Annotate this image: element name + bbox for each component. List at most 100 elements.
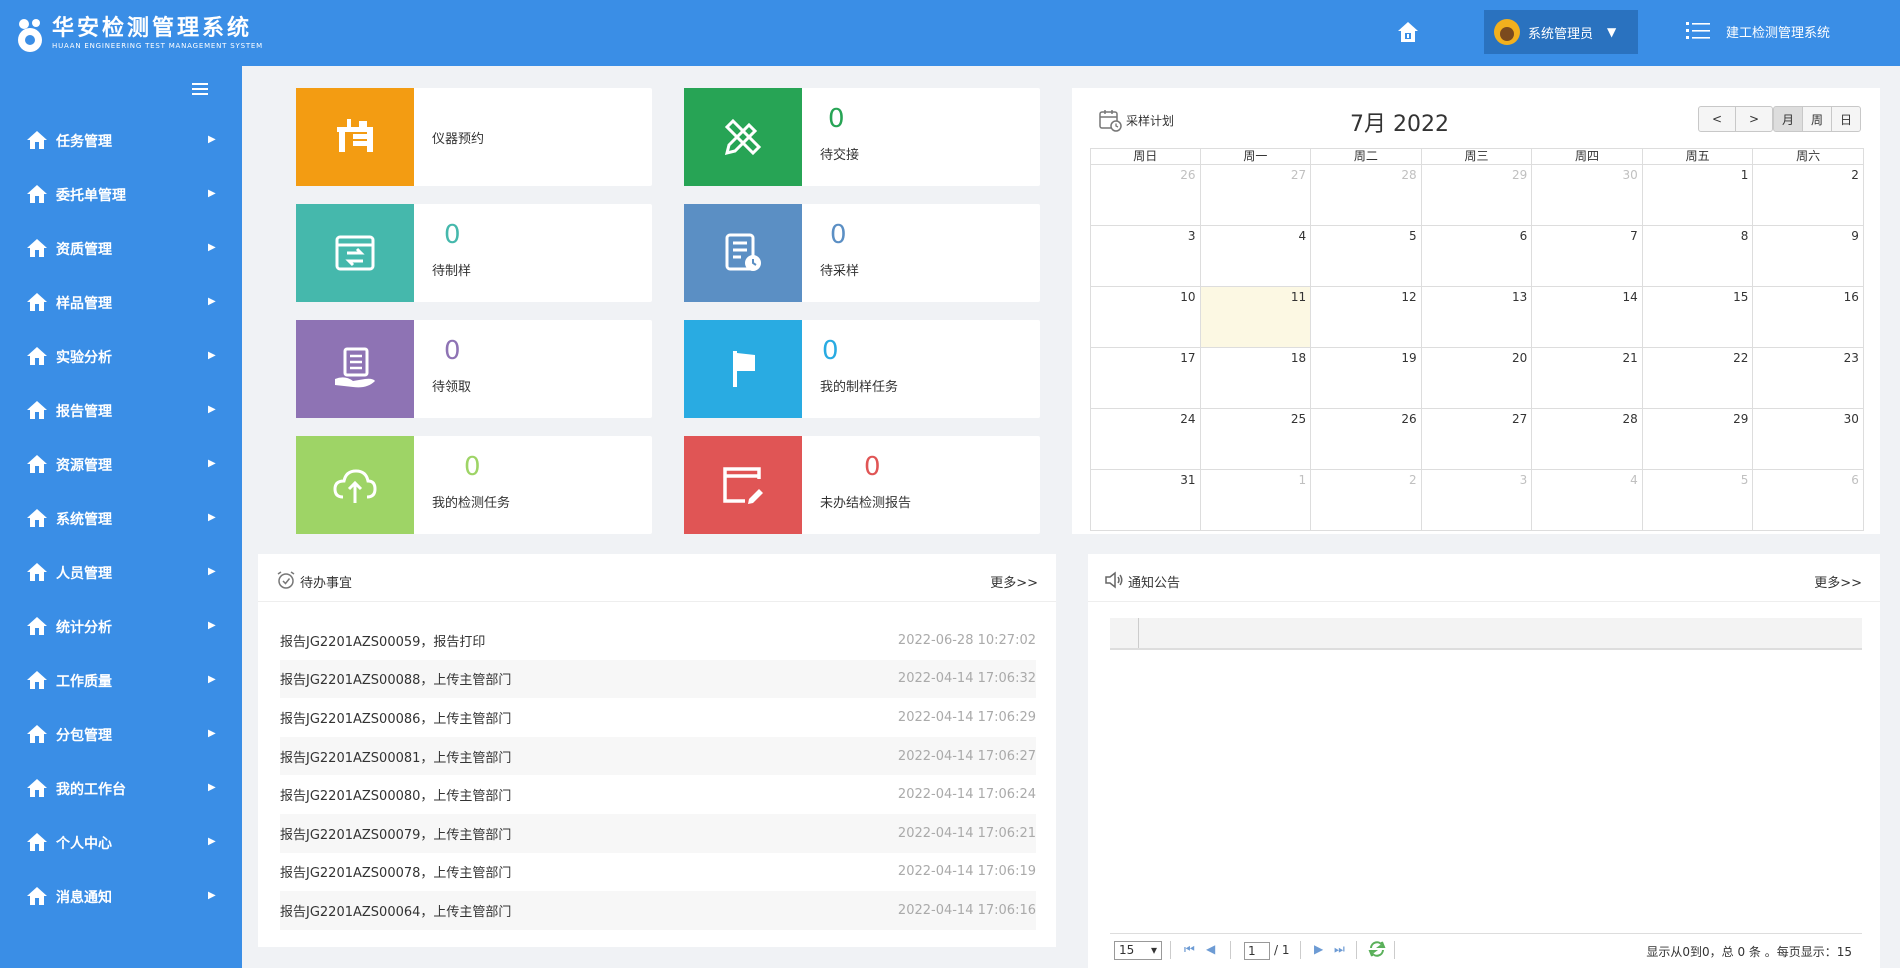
calendar-day-cell[interactable]: 30 <box>1753 409 1864 470</box>
page-size-select[interactable]: 15 <box>1114 941 1162 960</box>
sidebar-item[interactable]: 系统管理 ▶ <box>0 498 242 538</box>
calendar-day-cell[interactable]: 26 <box>1311 409 1422 470</box>
calendar-day-cell[interactable]: 8 <box>1642 226 1754 287</box>
calendar-day-cell[interactable]: 2 <box>1311 470 1422 531</box>
calendar-day-cell[interactable]: 26 <box>1090 165 1201 226</box>
calendar-day-cell[interactable]: 16 <box>1753 287 1864 348</box>
calendar-next-button[interactable]: > <box>1735 106 1773 132</box>
app-logo[interactable]: 华安检测管理系统 HUAAN ENGINEERING TEST MANAGEME… <box>14 14 263 54</box>
sidebar-item[interactable]: 统计分析 ▶ <box>0 606 242 646</box>
calendar-grid: 周日 周一 周二 周三 周四 周五 周六 26 27 28 29 30 1 2 3 4 5 6 7 8 9 10 11 12 1… <box>1090 148 1864 531</box>
calendar-day-cell[interactable]: 4 <box>1532 470 1643 531</box>
calendar-day-cell[interactable]: 1 <box>1200 470 1312 531</box>
refresh-icon[interactable] <box>1368 940 1386 958</box>
todo-item[interactable]: 报告JG2201AZS00081，上传主管部门 2022-04-14 17:06:… <box>280 736 1036 776</box>
calendar-view-month[interactable]: 月 <box>1773 106 1803 132</box>
calendar-day-cell[interactable]: 24 <box>1090 409 1201 470</box>
calendar-day-cell[interactable]: 22 <box>1642 348 1754 409</box>
calendar-day-cell[interactable]: 21 <box>1532 348 1643 409</box>
chevron-right-icon: ▶ <box>208 350 216 361</box>
todo-more-link[interactable]: 更多>> <box>990 572 1038 591</box>
calendar-day-cell[interactable]: 29 <box>1642 409 1754 470</box>
home-icon[interactable] <box>1394 18 1422 46</box>
sidebar-item[interactable]: 样品管理 ▶ <box>0 282 242 322</box>
calendar-day-cell[interactable]: 10 <box>1090 287 1201 348</box>
calendar-day-cell[interactable]: 5 <box>1642 470 1754 531</box>
dashboard-tile[interactable]: 0 待采样 <box>684 204 1040 302</box>
calendar-day-cell[interactable]: 12 <box>1311 287 1422 348</box>
calendar-day-cell[interactable]: 1 <box>1642 165 1754 226</box>
sidebar-item[interactable]: 消息通知 ▶ <box>0 876 242 916</box>
dashboard-tile[interactable]: 0 未办结检测报告 <box>684 436 1040 534</box>
calendar-day-cell[interactable]: 14 <box>1532 287 1643 348</box>
sidebar-item[interactable]: 个人中心 ▶ <box>0 822 242 862</box>
tile-count: 0 <box>444 220 461 250</box>
calendar-prev-button[interactable]: < <box>1698 106 1736 132</box>
todo-item[interactable]: 报告JG2201AZS00079，上传主管部门 2022-04-14 17:06:… <box>280 813 1036 853</box>
next-page-icon[interactable]: ▶ <box>1314 942 1323 956</box>
calendar-day-cell[interactable]: 19 <box>1311 348 1422 409</box>
sidebar-item[interactable]: 分包管理 ▶ <box>0 714 242 754</box>
dashboard-tile[interactable]: 0 待领取 <box>296 320 652 418</box>
calendar-day-cell[interactable]: 28 <box>1532 409 1643 470</box>
calendar-week-row: 24 25 26 27 28 29 30 <box>1090 409 1864 470</box>
dashboard-tile[interactable]: 0 我的检测任务 <box>296 436 652 534</box>
sidebar-item[interactable]: 委托单管理 ▶ <box>0 174 242 214</box>
first-page-icon[interactable]: ⏮ <box>1184 942 1195 957</box>
prev-page-icon[interactable]: ◀ <box>1206 942 1215 956</box>
calendar-day-cell[interactable]: 30 <box>1532 165 1643 226</box>
page-number-input[interactable]: 1 <box>1244 942 1270 960</box>
sidebar-item[interactable]: 人员管理 ▶ <box>0 552 242 592</box>
calendar-day-cell[interactable]: 25 <box>1200 409 1312 470</box>
calendar-day-cell[interactable]: 23 <box>1753 348 1864 409</box>
sidebar-item[interactable]: 工作质量 ▶ <box>0 660 242 700</box>
calendar-day-cell[interactable]: 7 <box>1532 226 1643 287</box>
calendar-day-cell[interactable]: 5 <box>1311 226 1422 287</box>
calendar-day-cell[interactable]: 3 <box>1090 226 1201 287</box>
calendar-day-cell[interactable]: 15 <box>1642 287 1754 348</box>
user-menu[interactable]: 系统管理员 ▼ <box>1484 10 1638 54</box>
last-page-icon[interactable]: ⏭ <box>1334 942 1345 957</box>
sidebar-item[interactable]: 实验分析 ▶ <box>0 336 242 376</box>
calendar-day-cell[interactable]: 27 <box>1200 165 1312 226</box>
calendar-day-cell[interactable]: 20 <box>1421 348 1533 409</box>
dashboard-tile[interactable]: 0 待制样 <box>296 204 652 302</box>
sidebar-item[interactable]: 报告管理 ▶ <box>0 390 242 430</box>
sidebar-item[interactable]: 资源管理 ▶ <box>0 444 242 484</box>
todo-title: 待办事宜 <box>300 576 353 591</box>
calendar-day-cell[interactable]: 2 <box>1753 165 1864 226</box>
calendar-day-cell[interactable]: 3 <box>1421 470 1533 531</box>
calendar-day-cell[interactable]: 4 <box>1200 226 1312 287</box>
calendar-day-cell[interactable]: 28 <box>1311 165 1422 226</box>
calendar-day-cell[interactable]: 11 <box>1200 287 1312 348</box>
avatar <box>1494 19 1520 45</box>
tile-label: 待制样 <box>432 264 472 279</box>
todo-item[interactable]: 报告JG2201AZS00064，上传主管部门 2022-04-14 17:06:… <box>280 891 1036 930</box>
calendar-day-cell[interactable]: 18 <box>1200 348 1312 409</box>
calendar-day-cell[interactable]: 9 <box>1753 226 1864 287</box>
todo-item[interactable]: 报告JG2201AZS00086，上传主管部门 2022-04-14 17:06:… <box>280 698 1036 737</box>
dashboard-tile[interactable]: 0 待交接 <box>684 88 1040 186</box>
hamburger-icon[interactable] <box>192 82 208 96</box>
calendar-day-cell[interactable]: 13 <box>1421 287 1533 348</box>
sidebar-item[interactable]: 资质管理 ▶ <box>0 228 242 268</box>
system-switch[interactable]: 建工检测管理系统 <box>1686 20 1830 42</box>
chevron-right-icon: ▶ <box>208 458 216 469</box>
todo-item[interactable]: 报告JG2201AZS00078，上传主管部门 2022-04-14 17:06:… <box>280 853 1036 892</box>
calendar-day-cell[interactable]: 6 <box>1421 226 1533 287</box>
calendar-view-day[interactable]: 日 <box>1831 106 1861 132</box>
notice-more-link[interactable]: 更多>> <box>1814 572 1862 591</box>
dashboard-tile[interactable]: 仪器预约 <box>296 88 652 186</box>
calendar-view-week[interactable]: 周 <box>1802 106 1832 132</box>
todo-item[interactable]: 报告JG2201AZS00059，报告打印 2022-06-28 10:27:02 <box>280 621 1036 660</box>
calendar-day-cell[interactable]: 31 <box>1090 470 1201 531</box>
todo-item[interactable]: 报告JG2201AZS00088，上传主管部门 2022-04-14 17:06:… <box>280 659 1036 699</box>
sidebar-item[interactable]: 我的工作台 ▶ <box>0 768 242 808</box>
dashboard-tile[interactable]: 0 我的制样任务 <box>684 320 1040 418</box>
calendar-day-cell[interactable]: 27 <box>1421 409 1533 470</box>
calendar-day-cell[interactable]: 17 <box>1090 348 1201 409</box>
sidebar-item[interactable]: 任务管理 ▶ <box>0 120 242 160</box>
todo-item[interactable]: 报告JG2201AZS00080，上传主管部门 2022-04-14 17:06:… <box>280 775 1036 814</box>
calendar-day-cell[interactable]: 29 <box>1421 165 1533 226</box>
calendar-day-cell[interactable]: 6 <box>1753 470 1864 531</box>
